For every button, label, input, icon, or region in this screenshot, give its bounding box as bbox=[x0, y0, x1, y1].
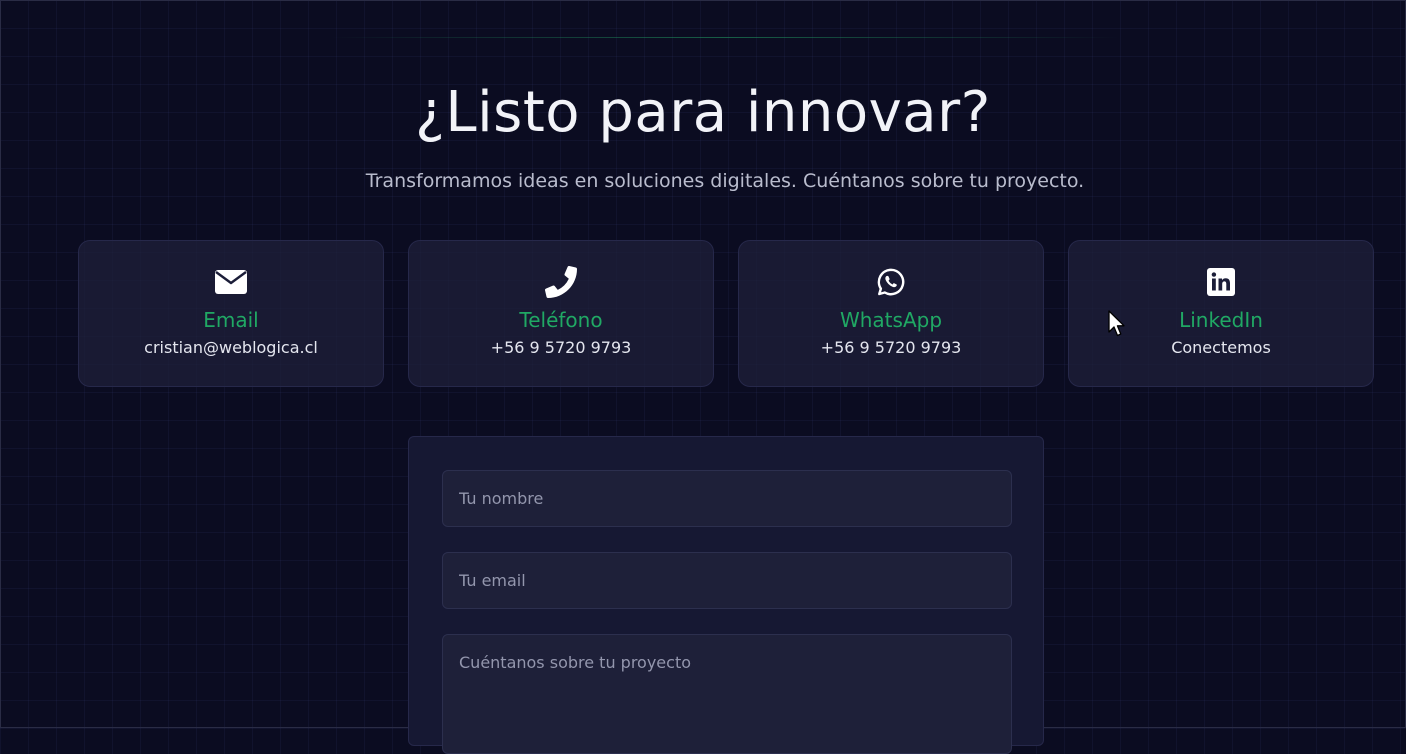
contact-card-linkedin[interactable]: LinkedIn Conectemos bbox=[1068, 240, 1374, 387]
contact-card-email[interactable]: Email cristian@weblogica.cl bbox=[78, 240, 384, 387]
name-input[interactable] bbox=[442, 470, 1012, 527]
contact-card-value: +56 9 5720 9793 bbox=[820, 338, 962, 357]
envelope-icon bbox=[214, 265, 248, 299]
contact-card-label: Teléfono bbox=[519, 308, 603, 332]
contact-card-label: LinkedIn bbox=[1179, 308, 1263, 332]
contact-card-value: +56 9 5720 9793 bbox=[490, 338, 632, 357]
section-divider bbox=[330, 37, 1120, 38]
message-textarea[interactable] bbox=[442, 634, 1012, 754]
page-title: ¿Listo para innovar? bbox=[415, 80, 991, 145]
contact-card-phone[interactable]: Teléfono +56 9 5720 9793 bbox=[408, 240, 714, 387]
contact-form bbox=[408, 436, 1044, 754]
contact-card-value: cristian@weblogica.cl bbox=[144, 338, 318, 357]
contact-cards: Email cristian@weblogica.cl Teléfono +56… bbox=[78, 240, 1374, 387]
contact-card-label: Email bbox=[203, 308, 259, 332]
phone-icon bbox=[544, 265, 578, 299]
contact-card-label: WhatsApp bbox=[839, 308, 943, 332]
whatsapp-icon bbox=[874, 265, 908, 299]
contact-card-whatsapp[interactable]: WhatsApp +56 9 5720 9793 bbox=[738, 240, 1044, 387]
linkedin-icon bbox=[1204, 265, 1238, 299]
contact-card-value: Conectemos bbox=[1171, 338, 1271, 357]
page-subtitle: Transformamos ideas en soluciones digita… bbox=[365, 170, 1085, 192]
email-input[interactable] bbox=[442, 552, 1012, 609]
